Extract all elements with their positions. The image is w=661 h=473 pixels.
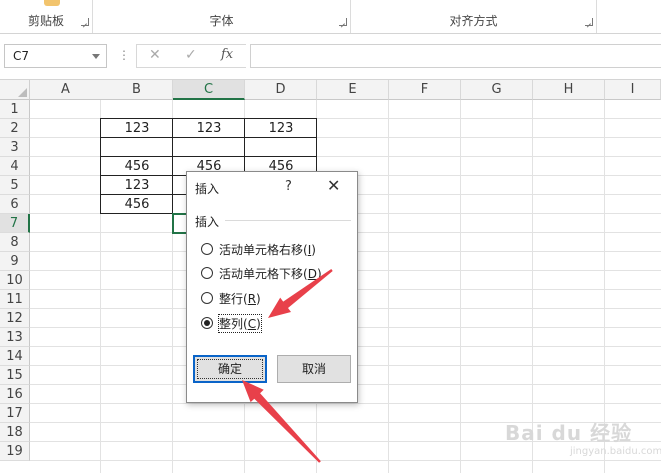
chevron-down-icon[interactable] — [92, 54, 100, 59]
row-header-18[interactable]: 18 — [0, 423, 30, 442]
row-header-1[interactable]: 1 — [0, 100, 30, 119]
cell-border — [172, 137, 245, 157]
row-header-3[interactable]: 3 — [0, 138, 30, 157]
ribbon: 剪贴板 字体 对齐方式 — [0, 0, 661, 34]
insert-function-icon[interactable]: fx — [221, 47, 233, 62]
formula-buttons: ✕ ✓ fx — [136, 44, 246, 68]
cell-border — [100, 194, 173, 214]
ok-button[interactable]: 确定 — [193, 355, 267, 383]
group-divider — [225, 220, 351, 221]
more-options-icon[interactable]: ⋮ — [118, 48, 130, 62]
cell-border — [100, 156, 173, 176]
select-all-button[interactable] — [0, 80, 30, 100]
formula-input[interactable] — [250, 44, 661, 68]
gridline — [30, 460, 661, 461]
radio-label: 活动单元格右移(I) — [219, 243, 316, 257]
radio-label: 整列(C) — [218, 314, 262, 333]
column-header-f[interactable]: F — [389, 80, 461, 100]
radio-button-checked[interactable] — [201, 317, 213, 329]
column-header-e[interactable]: E — [317, 80, 389, 100]
column-header-c[interactable]: C — [173, 80, 245, 100]
formula-bar: C7 ⋮ ✕ ✓ fx — [0, 34, 661, 80]
column-header-i[interactable]: I — [605, 80, 661, 100]
row-header-13[interactable]: 13 — [0, 328, 30, 347]
row-header-16[interactable]: 16 — [0, 385, 30, 404]
cancel-button-label: 取消 — [301, 362, 326, 376]
row-header-7[interactable]: 7 — [0, 214, 30, 233]
row-header-8[interactable]: 8 — [0, 233, 30, 252]
row-header-14[interactable]: 14 — [0, 347, 30, 366]
radio-label: 整行(R) — [219, 292, 261, 306]
row-header-2[interactable]: 2 — [0, 119, 30, 138]
radio-button[interactable] — [201, 243, 213, 255]
watermark-url: jingyan.baidu.com — [570, 446, 661, 457]
gridline — [30, 403, 661, 404]
cell-border — [172, 118, 245, 138]
cancel-button[interactable]: 取消 — [277, 355, 351, 383]
ribbon-group-clipboard: 剪贴板 — [0, 0, 93, 33]
dialog-launcher-icon[interactable] — [81, 18, 89, 26]
dialog-title: 插入 — [195, 182, 220, 196]
cell-border — [100, 175, 173, 195]
column-header-g[interactable]: G — [461, 80, 533, 100]
cell-border — [244, 118, 317, 138]
radio-button[interactable] — [201, 267, 213, 279]
radio-button[interactable] — [201, 292, 213, 304]
ribbon-group-alignment: 对齐方式 — [351, 0, 597, 33]
row-header-19[interactable]: 19 — [0, 442, 30, 461]
cell-border — [100, 118, 173, 138]
name-box[interactable]: C7 — [4, 44, 107, 68]
column-header-a[interactable]: A — [30, 80, 102, 100]
watermark-logo: Bai du 经验 — [505, 421, 633, 445]
option-group-label: 插入 — [195, 215, 220, 229]
column-header-h[interactable]: H — [533, 80, 605, 100]
row-header-11[interactable]: 11 — [0, 290, 30, 309]
row-header-5[interactable]: 5 — [0, 176, 30, 195]
close-icon[interactable]: ✕ — [327, 176, 340, 195]
ribbon-group-label: 对齐方式 — [449, 14, 498, 28]
close-icon[interactable]: ✕ — [149, 47, 161, 63]
row-header-6[interactable]: 6 — [0, 195, 30, 214]
column-header-d[interactable]: D — [245, 80, 317, 100]
check-icon[interactable]: ✓ — [185, 47, 197, 63]
ribbon-group-font: 字体 — [93, 0, 351, 33]
focus-ring — [197, 359, 263, 379]
radio-label: 活动单元格下移(D) — [219, 267, 322, 281]
cell-border — [244, 137, 317, 157]
row-header-10[interactable]: 10 — [0, 271, 30, 290]
row-header-9[interactable]: 9 — [0, 252, 30, 271]
dialog-launcher-icon[interactable] — [585, 18, 593, 26]
insert-dialog: 插入 ? ✕ 插入 活动单元格右移(I) 活动单元格下移(D) 整行(R) 整列… — [186, 171, 358, 403]
row-header-12[interactable]: 12 — [0, 309, 30, 328]
ribbon-group-label: 字体 — [209, 14, 234, 28]
column-header-b[interactable]: B — [101, 80, 173, 100]
row-header-17[interactable]: 17 — [0, 404, 30, 423]
name-box-value: C7 — [13, 49, 30, 63]
ribbon-group-label: 剪贴板 — [27, 14, 64, 28]
help-icon[interactable]: ? — [285, 179, 292, 194]
cell-border — [100, 137, 173, 157]
dialog-launcher-icon[interactable] — [339, 18, 347, 26]
row-header-15[interactable]: 15 — [0, 366, 30, 385]
row-header-4[interactable]: 4 — [0, 157, 30, 176]
